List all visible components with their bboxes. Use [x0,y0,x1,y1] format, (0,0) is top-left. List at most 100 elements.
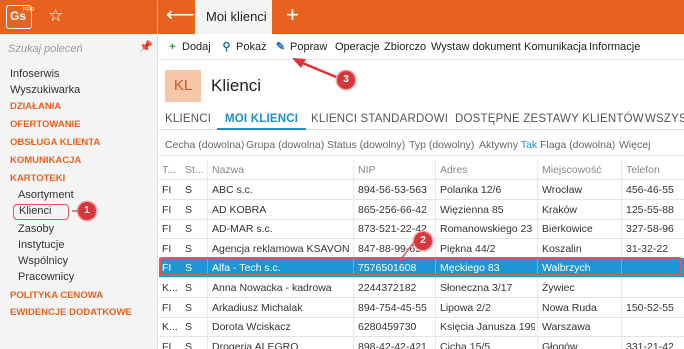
tab-klienci-standardowi[interactable]: KLIENCI STANDARDOWI [311,108,448,130]
sidebar-item-zasoby[interactable]: Zasoby [18,222,54,236]
table-cell: 7576501608 [353,258,433,279]
communication-button[interactable]: Komunikacja [524,34,587,60]
table-cell: FI [162,203,172,216]
table-row[interactable]: FI S ABC s.c. 894-56-53-563 Polanka 12/6 Wroc… [159,180,684,200]
tab-dostepne-zestawy[interactable]: DOSTĘPNE ZESTAWY KLIENTÓW [455,108,644,130]
plus-icon: + [169,41,176,53]
column-header[interactable]: Nazwa [207,160,351,180]
edit-button[interactable]: ✎ Popraw [275,34,327,60]
sidebar-section-obsluga-klienta[interactable]: OBSŁUGA KLIENTA [10,136,100,150]
sidebar-section-ofertowanie[interactable]: OFERTOWANIE [10,118,81,132]
table-cell: 331-21-42 [621,336,682,349]
search-input[interactable]: Szukaj poleceń [8,41,148,57]
table-cell: FI [162,340,172,349]
table-cell: Koszalin [537,238,619,259]
arrow-left-icon[interactable]: ⟵ [166,4,195,26]
table-cell [621,317,682,338]
table-cell: FI [162,242,172,255]
sidebar-item-asortyment[interactable]: Asortyment [18,188,74,202]
toolbar: + Dodaj ⚲ Pokaż ✎ Popraw Operacje Zbiorczo … [159,34,684,60]
table-cell [621,258,682,279]
column-header[interactable]: Miejscowość [537,160,619,180]
pin-icon[interactable]: 📌 [139,40,153,53]
table-cell: Księcia Janusza 199/... [435,317,535,338]
sidebar-item-instytucje[interactable]: Instytucje [18,238,64,252]
sidebar-section-kartoteki[interactable]: KARTOTEKI [10,172,65,186]
table-row[interactable]: K... S Dorota Wciskacz 6280459730 Księcia Ja… [159,317,684,338]
sidebar-section-dzialania[interactable]: DZIAŁANIA [10,100,61,114]
info-button[interactable]: Informacje [589,34,640,60]
table-cell: Wrocław [537,180,619,200]
filter-typ[interactable]: Typ (dowolny) [409,134,474,156]
table-cell: 865-256-66-42 [353,199,433,220]
table-cell: ABC s.c. [207,180,351,200]
filter-flaga[interactable]: Flaga (dowolna) [540,134,615,156]
table-cell: AD-MAR s.c. [207,219,351,240]
table-cell: 327-58-96 [621,219,682,240]
sidebar-section-komunikacja[interactable]: KOMUNIKACJA [10,154,81,168]
table-cell: Warszawa [537,317,619,338]
plus-icon[interactable]: + [286,3,299,27]
table-cell: Drogeria ALEGRO [207,336,351,349]
filter-grupa[interactable]: Grupa (dowolna) [246,134,324,156]
table-row[interactable]: K... S Anna Nowacka - kadrowa 2244372182 Sło… [159,278,684,298]
app-logo[interactable]: Gs PRO [6,5,34,29]
table-cell: 898-42-42-421 [353,336,433,349]
table-cell: 6280459730 [353,317,433,338]
table-cell: FI [162,301,172,314]
filter-wiecej[interactable]: Więcej [619,134,651,156]
column-header[interactable]: NIP [353,160,433,180]
table-cell: S [185,223,193,236]
table-row[interactable]: FI S AD KOBRA 865-256-66-42 Więzienna 85 Krak… [159,199,684,220]
table-cell: K... [162,282,178,294]
callout-badge-2: 2 [414,232,432,250]
sidebar-item-wyszukiwarka[interactable]: Wyszukiwarka [10,83,80,97]
tab-klienci[interactable]: KLIENCI [165,108,211,130]
table-row-selected[interactable]: FI S Alfa - Tech s.c. 7576501608 Męckiego 83… [159,258,684,279]
show-button[interactable]: ⚲ Pokaż [221,34,267,60]
edit-label: Popraw [290,41,328,53]
add-button[interactable]: + Dodaj [167,34,210,60]
table-cell: S [185,203,193,216]
table-cell: S [185,301,193,314]
column-header[interactable]: St... [185,160,205,180]
tab-wszystkie[interactable]: WSZYST [645,108,684,130]
star-icon[interactable]: ☆ [48,5,63,27]
filter-status[interactable]: Status (dowolny) [327,134,405,156]
table-row[interactable]: FI S Arkadiusz Michalak 894-754-45-55 Lipowa… [159,297,684,318]
table-cell: Romanowskiego 23 [435,219,535,240]
divider [157,0,158,34]
operations-button[interactable]: Operacje [335,34,380,60]
table-cell: S [185,282,193,294]
tab-moi-klienci-active[interactable]: MOI KLIENCI [217,108,307,130]
show-label: Pokaż [236,41,267,53]
table-row[interactable]: FI S Drogeria ALEGRO 898-42-42-421 Cicha 15/… [159,336,684,349]
issue-document-button[interactable]: Wystaw dokument [431,34,521,60]
column-header[interactable]: Adres [435,160,535,180]
bulk-button[interactable]: Zbiorczo [384,34,426,60]
tab-bar: KLIENCI MOI KLIENCI KLIENCI STANDARDOWI … [159,108,684,130]
table-cell: Wałbrzych [537,258,619,279]
filter-aktywny[interactable]: Aktywny Tak [479,134,537,156]
sidebar-item-pracownicy[interactable]: Pracownicy [18,270,74,284]
tab-moi-klienci[interactable]: Moi klienci [195,0,272,34]
table-cell: FI [162,223,172,236]
filter-cecha[interactable]: Cecha (dowolna) [165,134,244,156]
filter-aktywny-value: Tak [520,139,538,151]
callout-badge-1: 1 [78,202,96,220]
table-cell: Nowa Ruda [537,297,619,318]
sidebar-section-polityka-cenowa[interactable]: POLITYKA CENOWA [10,289,103,303]
sidebar-item-wspolnicy[interactable]: Wspólnicy [18,254,68,268]
column-header[interactable]: T... [162,160,183,180]
table-cell: Cicha 15/5 [435,336,535,349]
column-header[interactable]: Telefon [621,160,682,180]
pencil-icon: ✎ [275,41,286,53]
sidebar-item-infoserwis[interactable]: Infoserwis [10,67,60,81]
table-cell: Kraków [537,199,619,220]
sidebar-section-ewidencje-dodatkowe[interactable]: EWIDENCJE DODATKOWE [10,306,132,320]
sidebar-item-klienci[interactable]: Klienci [13,204,69,220]
table-cell: AD KOBRA [207,199,351,220]
table-cell: Lipowa 2/2 [435,297,535,318]
table-cell: S [185,242,193,255]
table-cell: Słoneczna 3/17 [435,278,535,298]
